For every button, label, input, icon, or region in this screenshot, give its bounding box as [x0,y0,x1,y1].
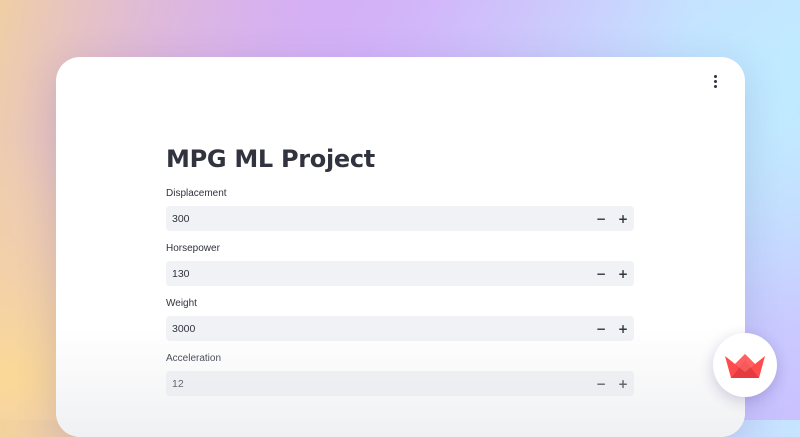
page-title: MPG ML Project [166,145,375,173]
field-label: Displacement [166,188,227,199]
main-content: MPG ML Project Displacement − + Horsepow… [166,143,634,396]
increment-button[interactable]: + [612,371,634,396]
increment-button[interactable]: + [612,206,634,231]
decrement-button[interactable]: − [590,316,612,341]
streamlit-crown-icon[interactable] [713,333,777,397]
field-label: Weight [166,298,197,309]
field-label: Horsepower [166,243,220,254]
number-input-container: − + [166,316,634,341]
kebab-menu-icon[interactable] [707,73,723,89]
field-weight: Weight − + [166,297,634,341]
increment-button[interactable]: + [612,261,634,286]
decrement-button[interactable]: − [590,371,612,396]
app-window: MPG ML Project Displacement − + Horsepow… [56,57,745,437]
field-displacement: Displacement − + [166,187,634,231]
displacement-input[interactable] [166,206,590,231]
decrement-button[interactable]: − [590,206,612,231]
number-input-container: − + [166,371,634,396]
field-acceleration: Acceleration − + [166,352,634,396]
number-input-container: − + [166,261,634,286]
horsepower-input[interactable] [166,261,590,286]
field-label: Acceleration [166,353,222,364]
increment-button[interactable]: + [612,316,634,341]
number-input-container: − + [166,206,634,231]
acceleration-input[interactable] [166,371,590,396]
decrement-button[interactable]: − [590,261,612,286]
field-horsepower: Horsepower − + [166,242,634,286]
weight-input[interactable] [166,316,590,341]
crown-logo-icon [725,354,765,378]
